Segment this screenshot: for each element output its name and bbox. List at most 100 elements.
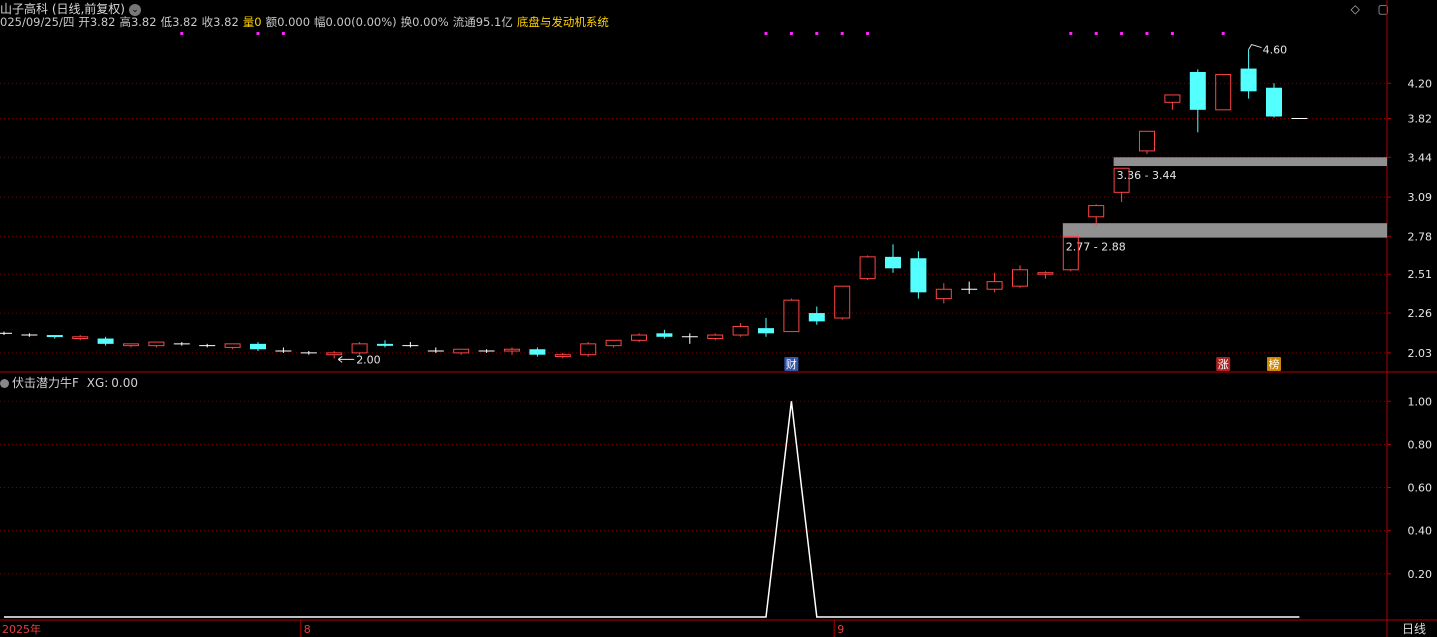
candle-body [1088,205,1105,218]
ind-y-tick-label: 1.00 [1408,395,1433,408]
candle [199,343,216,348]
candle [808,306,825,325]
signal-dot [1221,32,1225,35]
candle [910,251,927,299]
candle [1189,69,1206,133]
candle [250,342,266,352]
candle-body [859,256,876,280]
high-label: 4.60 [1263,44,1288,57]
candle [427,347,444,353]
candle [732,323,749,337]
indicator-panel [4,401,1300,618]
candle-body [250,343,266,350]
y-tick-label: 2.51 [1408,268,1433,281]
candle [478,349,495,353]
candle [656,329,673,339]
ind-y-tick-label: 0.20 [1408,568,1433,581]
candle [1088,204,1105,226]
y-tick-label: 2.26 [1408,307,1433,320]
marker-text: 财 [786,357,797,371]
candle [707,333,724,341]
candle [453,348,470,355]
candle-body [1240,68,1257,92]
candle [148,341,165,348]
marker-text: 涨 [1218,358,1229,371]
y-tick-label: 3.44 [1408,151,1433,164]
y-tick-label: 3.82 [1408,112,1433,125]
signal-dot [1069,32,1073,35]
y-tick-label: 2.03 [1408,347,1433,360]
candle-body [1215,74,1232,111]
candle [173,342,190,346]
x-tick-label: 9 [837,623,844,636]
chart-axes: 4.20 3.82 3.44 3.09 2.78 2.51 2.26 2.03 1.00 0.80… [0,0,1437,637]
signal-dot [764,32,768,35]
candle-body [351,343,368,354]
candle-body [783,299,800,333]
candle [1139,130,1155,155]
candle [681,333,698,344]
candle [326,351,343,359]
candle-body [707,334,724,340]
candle [935,283,952,304]
signal-dot [1170,32,1174,35]
candle-body [72,336,89,340]
candle-body [453,348,470,354]
candle [961,281,978,294]
candle [72,335,89,341]
candle-body [656,333,673,337]
xg-series-line [4,401,1300,618]
candle [46,335,63,339]
price-zones: 3.36 - 3.44 2.77 - 2.88 [1062,157,1387,254]
candle [885,244,901,273]
candle [1215,74,1232,111]
signal-dot [281,32,285,35]
signal-dot [256,32,260,35]
candle-body [1266,87,1282,117]
signal-dot [789,32,793,35]
candle [783,298,800,333]
candle [1012,265,1028,288]
signal-dot [180,32,184,35]
candle [300,351,317,355]
candle-body [1012,269,1028,287]
candle-body [732,325,749,336]
candle [631,333,647,343]
candle [1266,83,1282,118]
candle [1037,271,1054,279]
low-arrow [337,355,355,363]
candle [986,272,1003,293]
candle-body [758,328,774,334]
candle-body [326,352,343,356]
candle [123,343,139,348]
chart-area[interactable]: 4.20 3.82 3.44 3.09 2.78 2.51 2.26 2.03 1.00 0.80… [0,0,1437,637]
candle-body [935,288,952,300]
low-label: 2.00 [356,353,381,366]
x-tick-label: 8 [304,623,311,636]
candle [0,331,12,336]
zone-label: 3.36 - 3.44 [1117,169,1177,182]
candle-body [504,348,520,352]
ind-y-tick-label: 0.60 [1408,482,1433,495]
y-tick-label: 3.09 [1408,191,1433,204]
zone-label: 2.77 - 2.88 [1066,241,1126,254]
candle [554,352,571,359]
candle-body [148,341,165,347]
candle-body [1139,130,1155,152]
candle-body [224,343,241,348]
candle-body [605,339,622,347]
candle [529,347,546,357]
candle-body [46,335,63,338]
signal-dot [840,32,844,35]
period-tab[interactable]: 日线 [1391,620,1437,636]
candle-body [910,258,927,293]
candle [605,339,622,348]
high-arrow [1248,43,1262,50]
signal-dot [866,32,870,35]
candle-body [1164,94,1181,103]
candle-body [554,354,571,358]
candle [275,347,292,353]
signal-dot [1094,32,1098,35]
candle [97,336,114,346]
annotations: 2.00 4.60 财 涨 榜 [180,32,1287,371]
